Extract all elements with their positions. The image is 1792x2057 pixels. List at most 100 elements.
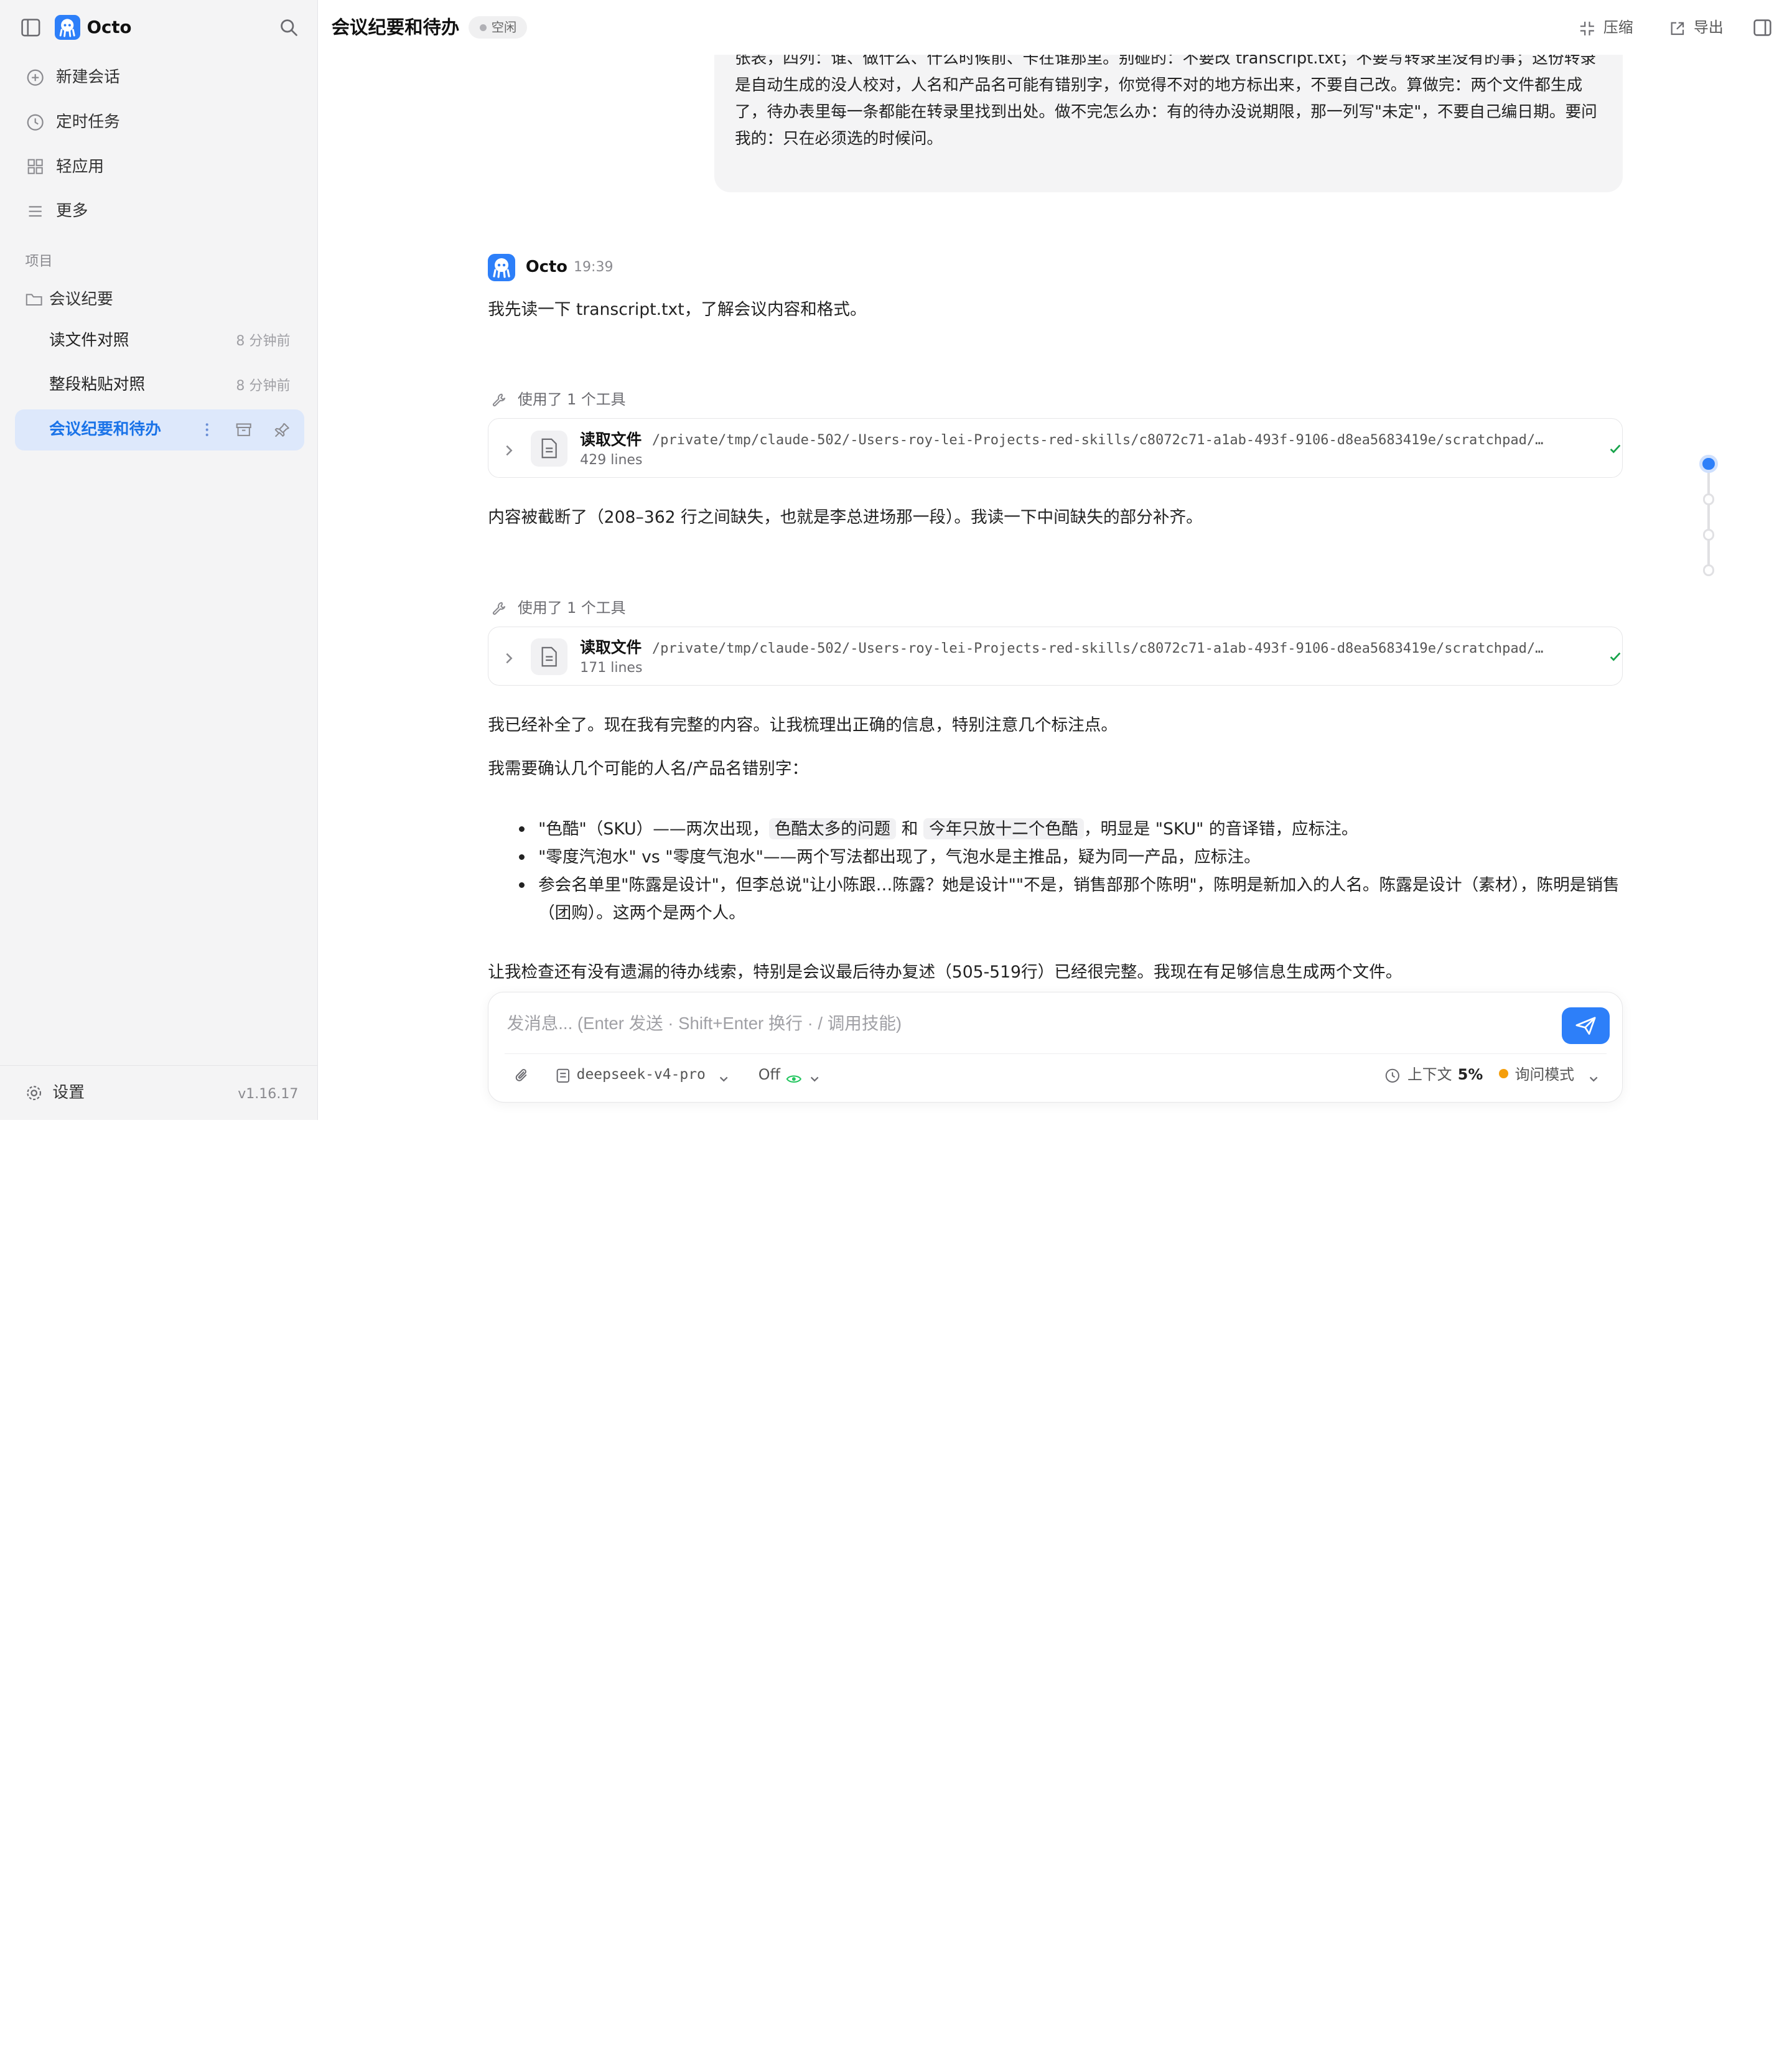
sidebar-toggle-icon[interactable] [19,16,42,39]
assistant-paragraph: 让我检查还有没有遗漏的待办线索，特别是会议最后待办复述（505-519行）已经很… [488,962,1402,982]
assistant-name: Octo [525,258,567,277]
plus-circle-icon [26,68,44,86]
typo-list: "色酷"（SKU）——两次出现， 色酷太多的问题 和 今年只放十二个色酷 ，明显是 … [488,815,1631,927]
file-icon [531,638,567,675]
inline-code: 今年只放十二个色酷 [923,818,1084,840]
check-icon [1610,652,1621,661]
message-timeline [1707,466,1710,572]
bullet-text: ，明显是 "SKU" 的音译错，应标注。 [1083,819,1358,839]
nav-label: 定时任务 [55,112,120,131]
grid-icon [26,157,44,175]
file-path: /private/tmp/claude-502/-Users-roy-lei-P… [651,432,1544,449]
projects-section-label: 项目 [25,253,53,269]
session-label: 读文件对照 [49,330,129,350]
settings-button[interactable]: 设置 [52,1083,84,1103]
sidebar: Octo 新建会话 定时任务 轻应用 更多 项目 会议纪要 读文件对照 8 分钟… [0,0,318,1120]
mode-label: 询问模式 [1514,1065,1575,1083]
folder-label: 会议纪要 [49,289,113,309]
assistant-paragraph: 内容被截断了（208–362 行之间缺失，也就是李总进场那一段）。我读一下中间缺… [488,507,1203,527]
eye-icon [786,1068,802,1084]
message-input[interactable] [506,1008,1536,1038]
page-title: 会议纪要和待办 [331,16,460,38]
assistant-paragraph: 我需要确认几个可能的人名/产品名错别字： [488,758,809,778]
nav-label: 轻应用 [55,157,105,176]
tool-usage-text: 使用了 1 个工具 [518,599,626,617]
thinking-value: Off [758,1065,780,1083]
chat-area: 个文件夹生成两个文件，会议纪要.md 和 待办清单.md，纪要按议题分节，每节最… [318,55,1792,992]
timeline-marker[interactable] [1702,529,1715,541]
clock-icon [26,113,44,131]
nav-label: 新建会话 [55,68,120,87]
app-version: v1.16.17 [238,1086,299,1103]
bullet-text: "色酷"（SKU）——两次出现， [538,819,769,839]
nav-scheduled-tasks[interactable]: 定时任务 [15,103,304,141]
assistant-paragraph: 我先读一下 transcript.txt，了解会议内容和格式。 [488,299,867,319]
inline-code: 色酷太多的问题 [768,818,897,840]
user-message: 个文件夹生成两个文件，会议纪要.md 和 待办清单.md，纪要按议题分节，每节最… [714,55,1623,192]
context-value: 5% [1457,1065,1483,1083]
paperclip-icon [514,1067,530,1083]
bullet-text: 和 [896,819,923,839]
export-label: 导出 [1693,18,1724,36]
timeline-marker[interactable] [1702,493,1715,505]
pin-icon[interactable] [273,421,291,439]
session-item[interactable]: 整段粘贴对照 8 分钟前 [15,365,304,406]
timeline-marker[interactable] [1702,564,1715,576]
wrench-icon [492,600,508,616]
session-label: 整段粘贴对照 [49,375,146,394]
status-badge: 空闲 [469,16,527,39]
top-bar: 会议纪要和待办 空闲 压缩 导出 [317,0,1792,55]
session-label: 会议纪要和待办 [49,420,161,439]
list-item: 参会名单里"陈露是设计"，但李总说"让小陈跟…陈露？她是设计""不是，销售部那个… [488,871,1631,927]
nav-more[interactable]: 更多 [15,192,304,231]
compress-label: 压缩 [1603,18,1633,36]
user-message-text: 个文件夹生成两个文件，会议纪要.md 和 待办清单.md，纪要按议题分节，每节最… [734,55,1597,149]
tool-usage-text: 使用了 1 个工具 [518,391,626,409]
list-item: "零度汽泡水" vs "零度气泡水"——两个写法都出现了，气泡水是主推品，疑为同… [488,843,1631,871]
sidebar-header: Octo [0,0,318,55]
folder-icon [25,291,43,309]
clock-icon [1384,1067,1401,1083]
tool-name: 读取文件 [580,638,642,657]
nav-label: 更多 [55,202,88,221]
gear-icon[interactable] [25,1084,43,1102]
nav-new-session[interactable]: 新建会话 [15,58,304,97]
assistant-avatar [488,253,516,281]
tool-name: 读取文件 [580,430,642,449]
collapse-icon [1579,19,1595,35]
archive-icon[interactable] [235,421,253,439]
nav-light-apps[interactable]: 轻应用 [15,147,304,186]
project-folder[interactable]: 会议纪要 [15,284,304,315]
file-icon [531,430,567,467]
tool-call-card[interactable]: 读取文件 /private/tmp/claude-502/-Users-roy-… [488,626,1623,686]
model-name: deepseek-v4-pro [576,1066,706,1083]
search-icon[interactable] [279,17,299,38]
chevron-right-icon[interactable] [502,648,516,664]
more-vertical-icon[interactable] [198,421,216,439]
send-button[interactable] [1561,1007,1610,1044]
menu-icon [26,202,44,220]
chevron-down-icon [1588,1068,1604,1084]
session-item[interactable]: 读文件对照 8 分钟前 [15,320,304,361]
check-icon [1610,444,1621,454]
composer-divider [504,1053,1607,1055]
send-icon [1575,1017,1596,1035]
timeline-marker-active[interactable] [1699,455,1718,473]
sidebar-footer: 设置 v1.16.17 [0,1065,318,1120]
app-window: Octo 新建会话 定时任务 轻应用 更多 项目 会议纪要 读文件对照 8 分钟… [0,0,1792,1120]
wrench-icon [492,392,508,408]
list-item: "色酷"（SKU）——两次出现， 色酷太多的问题 和 今年只放十二个色酷 ，明显是 … [488,815,1631,843]
session-item-active[interactable]: 会议纪要和待办 [14,409,304,450]
mode-status-dot [1498,1069,1508,1078]
line-count: 429 lines [580,452,643,468]
assistant-paragraph: 我已经补全了。现在我有完整的内容。让我梳理出正确的信息，特别注意几个标注点。 [488,716,1118,735]
tool-call-card[interactable]: 读取文件 /private/tmp/claude-502/-Users-roy-… [488,418,1623,478]
model-icon [555,1067,571,1083]
chevron-down-icon [809,1068,825,1084]
chevron-right-icon[interactable] [502,441,516,456]
app-name: Octo [86,17,132,37]
panel-toggle-icon[interactable] [1752,17,1773,38]
chevron-down-icon [718,1068,734,1084]
session-time: 8 分钟前 [236,378,291,394]
message-time: 19:39 [574,259,614,276]
